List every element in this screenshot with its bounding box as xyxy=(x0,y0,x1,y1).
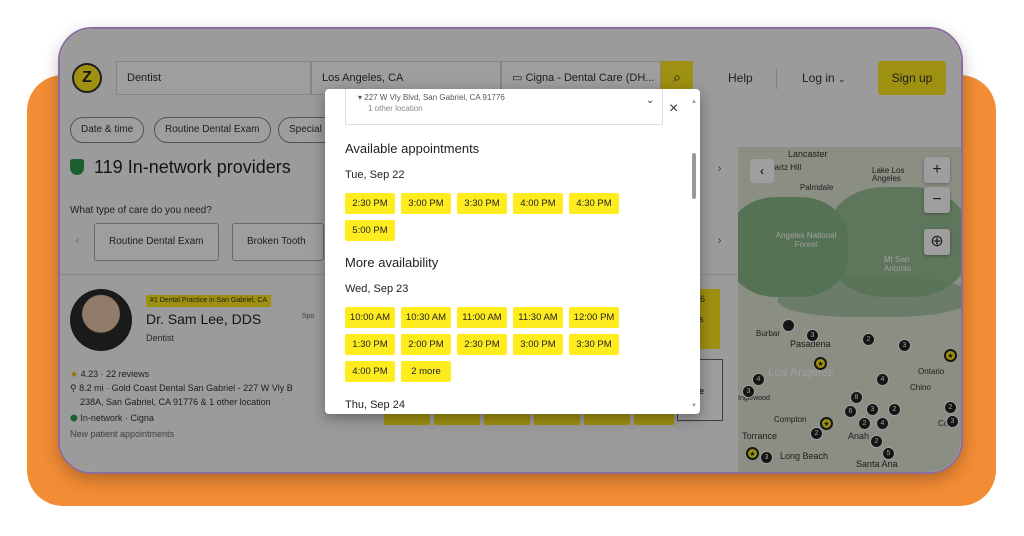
time-slot[interactable]: 1:30 PM xyxy=(345,334,395,355)
stage: Z Dentist Los Angeles, CA ▭ Cigna - Dent… xyxy=(0,0,1024,536)
day-date: Tue, Sep 22 xyxy=(345,169,405,181)
location-text: 227 W Vly Blvd, San Gabriel, CA 91776 xyxy=(364,93,505,102)
time-slot[interactable]: 4:00 PM xyxy=(345,361,395,382)
chevron-down-icon: ⌄ xyxy=(646,95,655,106)
scroll-up-arrow[interactable]: ▲ xyxy=(691,99,697,105)
close-button[interactable]: × xyxy=(669,101,678,117)
time-slot[interactable]: 2:30 PM xyxy=(457,334,507,355)
time-slot[interactable]: 2:00 PM xyxy=(401,334,451,355)
location-select[interactable]: ▾ 227 W Vly Blvd, San Gabriel, CA 91776 … xyxy=(345,89,663,125)
time-slot[interactable]: 10:30 AM xyxy=(401,307,451,328)
zocdoc-app: Z Dentist Los Angeles, CA ▭ Cigna - Dent… xyxy=(60,29,961,472)
time-slot[interactable]: 3:30 PM xyxy=(457,193,507,214)
time-slot[interactable]: 2:30 PM xyxy=(345,193,395,214)
scrollbar-thumb[interactable] xyxy=(692,153,696,199)
browser-frame: Z Dentist Los Angeles, CA ▭ Cigna - Dent… xyxy=(58,27,963,474)
day-date: Wed, Sep 23 xyxy=(345,283,409,295)
location-selected: ▾ 227 W Vly Blvd, San Gabriel, CA 91776 xyxy=(358,93,505,102)
day-date: Thu, Sep 24 xyxy=(345,399,405,411)
time-slot[interactable]: 4:00 PM xyxy=(513,193,563,214)
appointments-modal: ▾ 227 W Vly Blvd, San Gabriel, CA 91776 … xyxy=(325,89,700,414)
time-slot[interactable]: 3:30 PM xyxy=(569,334,619,355)
more-availability-title: More availability xyxy=(345,255,439,270)
time-slot[interactable]: 5:00 PM xyxy=(345,220,395,241)
time-slot[interactable]: 3:00 PM xyxy=(513,334,563,355)
available-title: Available appointments xyxy=(345,141,480,156)
time-slot[interactable]: 3:00 PM xyxy=(401,193,451,214)
time-slot[interactable]: 11:00 AM xyxy=(457,307,507,328)
time-slot[interactable]: 11:30 AM xyxy=(513,307,563,328)
time-slot[interactable]: 10:00 AM xyxy=(345,307,395,328)
scroll-down-arrow[interactable]: ▼ xyxy=(691,403,697,409)
time-slot[interactable]: 4:30 PM xyxy=(569,193,619,214)
time-slot[interactable]: 12:00 PM xyxy=(569,307,619,328)
more-slots-button[interactable]: 2 more xyxy=(401,361,451,382)
location-sub: 1 other location xyxy=(368,104,423,113)
